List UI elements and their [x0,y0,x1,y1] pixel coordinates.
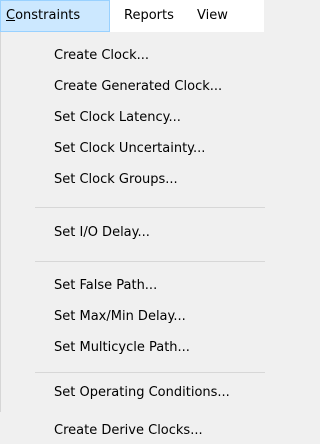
menu-reports[interactable]: Reports [124,0,174,32]
menu-separator [35,372,265,373]
menu-item-set-max-min-delay[interactable]: Set Max/Min Delay... [54,304,186,330]
menu-item-create-generated-clock[interactable]: Create Generated Clock... [54,74,222,100]
menu-item-set-io-delay[interactable]: Set I/O Delay... [54,220,150,246]
menu-item-set-clock-groups[interactable]: Set Clock Groups... [54,167,178,193]
menu-item-set-false-path[interactable]: Set False Path... [54,273,157,299]
menu-separator [35,207,265,208]
menu-constraints-mnemonic: C [6,8,16,23]
menu-separator [35,261,265,262]
menu-item-set-operating-conditions[interactable]: Set Operating Conditions... [54,380,230,406]
menu-constraints[interactable]: Constraints [0,0,110,32]
menu-item-create-clock[interactable]: Create Clock... [54,43,149,69]
menu-item-set-clock-uncertainty[interactable]: Set Clock Uncertainty... [54,136,205,162]
menu-constraints-label: onstraints [15,8,81,23]
menu-item-set-multicycle-path[interactable]: Set Multicycle Path... [54,335,190,361]
menu-item-set-clock-latency[interactable]: Set Clock Latency... [54,105,181,131]
menu-bar: Constraints Reports View [0,0,264,32]
menu-item-create-derive-clocks[interactable]: Create Derive Clocks... [54,418,203,444]
menu-view[interactable]: View [197,0,228,32]
constraints-dropdown: Create Clock... Create Generated Clock..… [0,32,265,438]
